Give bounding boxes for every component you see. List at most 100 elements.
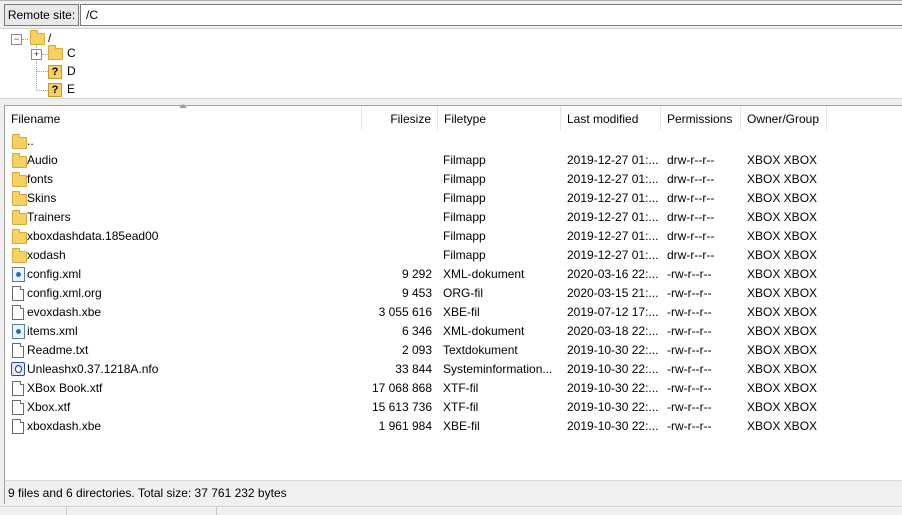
last-modified-cell: 2019-12-27 01:... bbox=[567, 248, 659, 262]
filesize-cell bbox=[361, 208, 432, 227]
filename-cell: Xbox.xtf bbox=[27, 400, 71, 414]
filesize-cell: 1 961 984 bbox=[378, 419, 432, 433]
column-header-last-modified[interactable]: Last modified bbox=[561, 106, 661, 130]
file-row[interactable]: fonts Filmapp 2019-12-27 01:... drw-r--r-- X… bbox=[5, 170, 902, 189]
permissions-cell bbox=[667, 132, 739, 151]
filename-cell: Readme.txt bbox=[27, 343, 89, 357]
remote-path-input[interactable]: /C bbox=[80, 4, 902, 26]
column-header-row: Filename Filesize Filetype Last modified… bbox=[5, 104, 902, 130]
filesize-cell bbox=[361, 227, 432, 246]
filetype-cell: Filmapp bbox=[443, 172, 486, 186]
file-row[interactable]: Readme.txt 2 093 Textdokument 2019-10-30 22… bbox=[5, 341, 902, 360]
permissions-cell: -rw-r--r-- bbox=[667, 381, 712, 395]
folder-icon bbox=[12, 248, 27, 263]
owner-group-cell: XBOX XBOX bbox=[747, 343, 818, 357]
filesize-cell bbox=[361, 132, 432, 151]
permissions-cell: -rw-r--r-- bbox=[667, 419, 712, 433]
filetype-cell: Filmapp bbox=[443, 229, 486, 243]
filesize-cell: 6 346 bbox=[401, 324, 432, 338]
tree-connector bbox=[22, 39, 28, 40]
column-header-permissions[interactable]: Permissions bbox=[661, 106, 741, 130]
column-header-owner-group[interactable]: Owner/Group bbox=[741, 106, 827, 130]
folder-icon bbox=[12, 191, 27, 206]
permissions-cell: drw-r--r-- bbox=[667, 191, 715, 205]
filetype-cell: XBE-fil bbox=[443, 419, 480, 433]
file-icon bbox=[12, 400, 24, 415]
filetype-cell: XTF-fil bbox=[443, 381, 479, 395]
last-modified-cell: 2019-12-27 01:... bbox=[567, 153, 659, 167]
filetype-cell: Filmapp bbox=[443, 191, 486, 205]
filename-cell: xodash bbox=[27, 248, 66, 262]
column-header-filesize[interactable]: Filesize bbox=[362, 106, 438, 130]
permissions-cell: -rw-r--r-- bbox=[667, 305, 712, 319]
owner-group-cell: XBOX XBOX bbox=[747, 324, 818, 338]
tree-node-label: D bbox=[67, 64, 76, 78]
filetype-cell bbox=[443, 132, 557, 151]
last-modified-cell: 2019-10-30 22:... bbox=[567, 419, 659, 433]
owner-group-cell bbox=[747, 132, 827, 151]
last-modified-cell: 2019-12-27 01:... bbox=[567, 172, 659, 186]
tree-connector bbox=[37, 90, 48, 91]
owner-group-cell: XBOX XBOX bbox=[747, 419, 818, 433]
tree-node-label: C bbox=[67, 46, 76, 60]
permissions-cell: drw-r--r-- bbox=[667, 153, 715, 167]
collapse-icon[interactable]: − bbox=[11, 34, 22, 45]
folder-icon bbox=[30, 30, 45, 45]
filetype-cell: Systeminformation... bbox=[443, 362, 553, 376]
filesize-cell bbox=[361, 246, 432, 265]
permissions-cell: drw-r--r-- bbox=[667, 172, 715, 186]
permissions-cell: -rw-r--r-- bbox=[667, 286, 712, 300]
filesize-cell: 3 055 616 bbox=[378, 305, 432, 319]
filename-cell: config.xml.org bbox=[27, 286, 102, 300]
nfo-file-icon bbox=[11, 362, 25, 376]
filename-cell: Unleashx0.37.1218A.nfo bbox=[27, 362, 159, 376]
owner-group-cell: XBOX XBOX bbox=[747, 153, 818, 167]
filetype-cell: XBE-fil bbox=[443, 305, 480, 319]
owner-group-cell: XBOX XBOX bbox=[747, 210, 818, 224]
file-row[interactable]: items.xml 6 346 XML-dokument 2020-03-18 22:… bbox=[5, 322, 902, 341]
file-row[interactable]: xboxdash.xbe 1 961 984 XBE-fil 2019-10-30 2… bbox=[5, 417, 902, 436]
file-row[interactable]: Unleashx0.37.1218A.nfo 33 844 Systeminform… bbox=[5, 360, 902, 379]
file-icon bbox=[12, 381, 24, 396]
folder-icon bbox=[12, 229, 27, 244]
last-modified-cell: 2019-10-30 22:... bbox=[567, 362, 659, 376]
filetype-cell: ORG-fil bbox=[443, 286, 483, 300]
folder-icon bbox=[12, 134, 27, 149]
file-row[interactable]: Xbox.xtf 15 613 736 XTF-fil 2019-10-30 22:.… bbox=[5, 398, 902, 417]
filename-cell: config.xml bbox=[27, 267, 82, 281]
remote-file-list: Filename Filesize Filetype Last modified… bbox=[4, 104, 902, 481]
file-row[interactable]: config.xml 9 292 XML-dokument 2020-03-16 22… bbox=[5, 265, 902, 284]
owner-group-cell: XBOX XBOX bbox=[747, 248, 818, 262]
file-row[interactable]: Audio Filmapp 2019-12-27 01:... drw-r--r-- X… bbox=[5, 151, 902, 170]
file-row[interactable]: Trainers Filmapp 2019-12-27 01:... drw-r--r… bbox=[5, 208, 902, 227]
permissions-cell: drw-r--r-- bbox=[667, 210, 715, 224]
text-file-icon bbox=[12, 343, 24, 358]
filename-cell: Skins bbox=[27, 191, 57, 205]
filetype-cell: XML-dokument bbox=[443, 324, 525, 338]
file-row[interactable]: XBox Book.xtf 17 068 868 XTF-fil 2019-10-30… bbox=[5, 379, 902, 398]
expand-icon[interactable]: + bbox=[31, 49, 42, 60]
folder-icon bbox=[12, 153, 27, 168]
filetype-cell: Filmapp bbox=[443, 248, 486, 262]
permissions-cell: -rw-r--r-- bbox=[667, 343, 712, 357]
filename-cell: XBox Book.xtf bbox=[27, 381, 103, 395]
filename-cell: xboxdash.xbe bbox=[27, 419, 102, 433]
filename-cell: xboxdashdata.185ead00 bbox=[27, 229, 159, 243]
column-header-filename[interactable]: Filename bbox=[5, 106, 362, 130]
file-row[interactable]: .. bbox=[5, 132, 902, 151]
filename-cell: Audio bbox=[27, 153, 58, 167]
file-row[interactable]: Skins Filmapp 2019-12-27 01:... drw-r--r-- X… bbox=[5, 189, 902, 208]
owner-group-cell: XBOX XBOX bbox=[747, 267, 818, 281]
file-row[interactable]: xboxdashdata.185ead00 Filmapp 2019-12-27 0… bbox=[5, 227, 902, 246]
owner-group-cell: XBOX XBOX bbox=[747, 229, 818, 243]
last-modified-cell: 2019-10-30 22:... bbox=[567, 381, 659, 395]
file-row[interactable]: config.xml.org 9 453 ORG-fil 2020-03-15 21:… bbox=[5, 284, 902, 303]
last-modified-cell: 2019-12-27 01:... bbox=[567, 191, 659, 205]
tree-node-label: E bbox=[67, 82, 76, 96]
permissions-cell: -rw-r--r-- bbox=[667, 267, 712, 281]
column-header-filetype[interactable]: Filetype bbox=[438, 106, 561, 130]
filesize-cell: 17 068 868 bbox=[371, 381, 432, 395]
file-row[interactable]: xodash Filmapp 2019-12-27 01:... drw-r--r--… bbox=[5, 246, 902, 265]
file-row[interactable]: evoxdash.xbe 3 055 616 XBE-fil 2019-07-12 1… bbox=[5, 303, 902, 322]
filetype-cell: Filmapp bbox=[443, 153, 486, 167]
